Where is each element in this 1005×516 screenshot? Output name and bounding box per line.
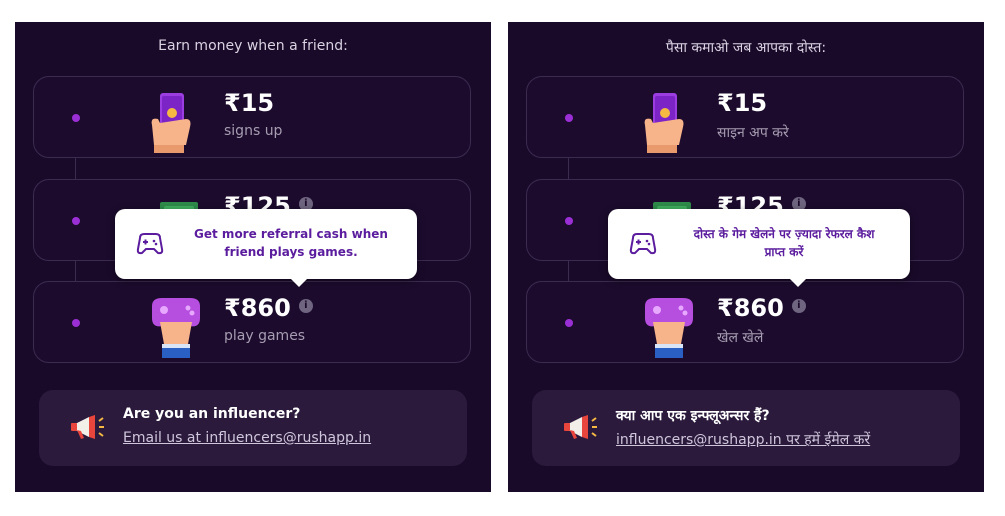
reward-amount: ₹860 i (717, 294, 806, 322)
influencer-banner: क्या आप एक इन्फ्लूअन्सर हैं? influencers… (532, 390, 960, 466)
reward-condition: साइन अप करे (717, 125, 789, 141)
reward-condition: play games (224, 328, 306, 344)
gamepad-icon (629, 233, 657, 255)
reward-condition: खेल खेले (717, 330, 764, 346)
step-dot (72, 319, 80, 327)
influencer-email-link[interactable]: influencers@rushapp.in पर हमें ईमेल करें (616, 430, 870, 449)
step-connector (568, 261, 569, 281)
phone-in-hand-icon (151, 93, 191, 153)
step-dot (72, 217, 80, 225)
step-connector (75, 261, 76, 281)
phone-in-hand-icon (644, 93, 684, 153)
megaphone-icon (564, 415, 597, 439)
reward-condition: signs up (224, 123, 283, 139)
step-dot (565, 319, 573, 327)
step-card-signup: ₹15 साइन अप करे (526, 76, 964, 158)
tooltip-message: दोस्त के गेम खेलने पर ज़्यादा रेफरल कैश … (693, 227, 875, 259)
step-dot (72, 114, 80, 122)
step-card-games: ₹860 i play games (33, 281, 471, 363)
influencer-email-link[interactable]: Email us at influencers@rushapp.in (123, 430, 371, 446)
referral-panel-hindi: पैसा कमाओ जब आपका दोस्त: ₹15 साइन अप करे… (508, 22, 984, 492)
gamepad-icon (136, 233, 164, 255)
game-controller-hand-icon (152, 298, 200, 358)
reward-amount: ₹15 (224, 89, 275, 117)
step-dot (565, 114, 573, 122)
reward-amount: ₹860 i (224, 294, 313, 322)
referral-panel-english: Earn money when a friend: ₹15 signs up ₹… (15, 22, 491, 492)
step-connector (75, 157, 76, 179)
influencer-title: Are you an influencer? (123, 406, 301, 422)
info-tooltip: दोस्त के गेम खेलने पर ज़्यादा रेफरल कैश … (608, 209, 910, 287)
step-card-signup: ₹15 signs up (33, 76, 471, 158)
step-dot (565, 217, 573, 225)
panel-title: पैसा कमाओ जब आपका दोस्त: (665, 40, 827, 56)
reward-amount: ₹15 (717, 89, 768, 117)
megaphone-icon (71, 415, 104, 439)
info-tooltip: Get more referral cash when friend plays… (115, 209, 417, 287)
game-controller-hand-icon (645, 298, 693, 358)
tooltip-message: Get more referral cash when friend plays… (194, 227, 388, 259)
info-icon[interactable]: i (791, 299, 806, 313)
influencer-title: क्या आप एक इन्फ्लूअन्सर हैं? (616, 408, 770, 424)
step-card-games: ₹860 i खेल खेले (526, 281, 964, 363)
step-connector (568, 157, 569, 179)
panel-title: Earn money when a friend: (158, 38, 348, 54)
info-icon[interactable]: i (298, 299, 313, 313)
influencer-banner: Are you an influencer? Email us at influ… (39, 390, 467, 466)
